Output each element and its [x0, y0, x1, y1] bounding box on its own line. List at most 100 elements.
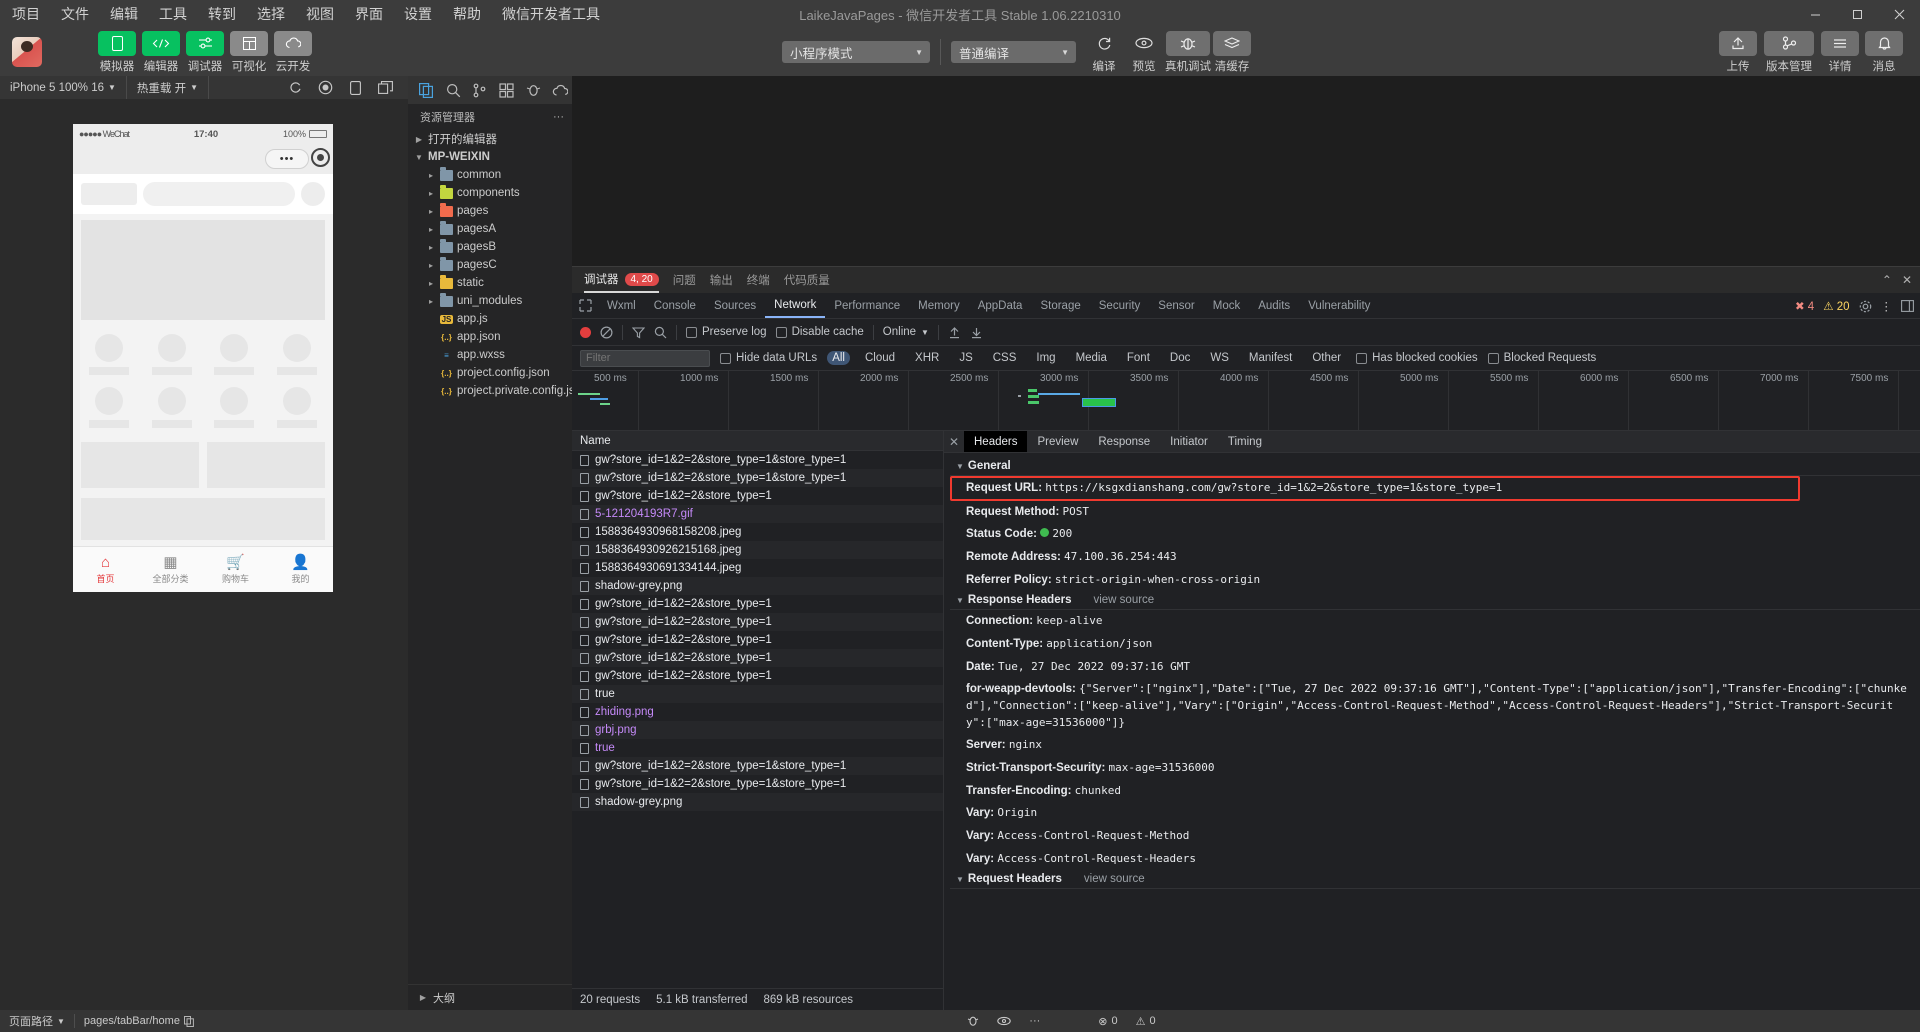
promo-card[interactable]	[81, 442, 199, 488]
details-button[interactable]: 详情	[1821, 30, 1859, 74]
editor-button[interactable]: 编辑器	[142, 30, 180, 74]
grid-item[interactable]	[271, 387, 324, 428]
tab-sources[interactable]: Sources	[705, 293, 765, 318]
debugger-button[interactable]: 调试器	[186, 30, 224, 74]
filter-input[interactable]	[580, 349, 710, 367]
record-icon[interactable]	[310, 76, 340, 99]
menu-item-devtools[interactable]: 微信开发者工具	[498, 2, 604, 26]
request-row[interactable]: 1588364930691334144.jpeg	[572, 559, 943, 577]
detail-tab-response[interactable]: Response	[1088, 431, 1160, 452]
type-filter-css[interactable]: CSS	[988, 351, 1022, 365]
status-warning-count[interactable]: ⚠ 0	[1127, 1010, 1165, 1032]
extensions-icon[interactable]	[494, 77, 519, 103]
compile-select[interactable]: 普通编译 ▼	[951, 41, 1076, 63]
preview-button[interactable]: 预览	[1126, 31, 1162, 74]
phone-tab-profile[interactable]: 👤 我的	[268, 547, 333, 592]
promo-card[interactable]	[207, 442, 325, 488]
compile-button[interactable]: 编译	[1086, 31, 1122, 74]
preserve-log-checkbox[interactable]: Preserve log	[686, 326, 767, 338]
tree-item-pagesA[interactable]: ▸ pagesA	[408, 220, 572, 238]
tab-wxml[interactable]: Wxml	[598, 293, 645, 318]
request-list[interactable]: gw?store_id=1&2=2&store_type=1&store_typ…	[572, 451, 943, 988]
menu-item-help[interactable]: 帮助	[449, 2, 485, 26]
tab-output[interactable]: 输出	[710, 267, 733, 293]
filter-icon[interactable]	[632, 326, 645, 339]
request-row[interactable]: 5-121204193R7.gif	[572, 505, 943, 523]
search-icon[interactable]	[654, 326, 667, 339]
tab-appdata[interactable]: AppData	[969, 293, 1032, 318]
grid-item[interactable]	[83, 334, 136, 375]
import-har-icon[interactable]	[948, 326, 961, 339]
request-row[interactable]: true	[572, 685, 943, 703]
request-row[interactable]: gw?store_id=1&2=2&store_type=1	[572, 595, 943, 613]
messages-button[interactable]: 消息	[1865, 30, 1903, 74]
hot-reload-select[interactable]: 热重载 开 ▼	[127, 76, 208, 99]
warning-count[interactable]: ⚠ 20	[1823, 299, 1849, 313]
wide-card[interactable]	[81, 498, 325, 540]
tree-item-common[interactable]: ▸ common	[408, 166, 572, 184]
tab-vulnerability[interactable]: Vulnerability	[1299, 293, 1379, 318]
detail-tab-timing[interactable]: Timing	[1218, 431, 1272, 452]
detail-tab-initiator[interactable]: Initiator	[1160, 431, 1218, 452]
request-row[interactable]: gw?store_id=1&2=2&store_type=1&store_typ…	[572, 775, 943, 793]
request-row[interactable]: 1588364930968158208.jpeg	[572, 523, 943, 541]
close-panel-icon[interactable]: ✕	[1902, 273, 1912, 287]
avatar[interactable]	[12, 37, 42, 67]
capsule-menu[interactable]: •••	[265, 149, 309, 169]
tab-security[interactable]: Security	[1090, 293, 1150, 318]
tree-item-app-js[interactable]: JS app.js	[408, 310, 572, 328]
hide-data-urls-checkbox[interactable]: Hide data URLs	[720, 352, 817, 364]
tab-network[interactable]: Network	[765, 293, 826, 318]
request-row[interactable]: 1588364930926215168.jpeg	[572, 541, 943, 559]
type-filter-xhr[interactable]: XHR	[910, 351, 944, 365]
request-row[interactable]: gw?store_id=1&2=2&store_type=1	[572, 649, 943, 667]
detail-tab-preview[interactable]: Preview	[1027, 431, 1088, 452]
explorer-more-icon[interactable]: ···	[553, 111, 564, 123]
real-device-debug-button[interactable]: 真机调试	[1165, 30, 1211, 74]
request-row[interactable]: grbj.png	[572, 721, 943, 739]
inspect-element-icon[interactable]	[572, 293, 598, 318]
status-error-count[interactable]: ⊗ 0	[1089, 1010, 1126, 1032]
tree-item-pagesC[interactable]: ▸ pagesC	[408, 256, 572, 274]
tree-item-project-private-config[interactable]: {..} project.private.config.js...	[408, 382, 584, 400]
type-filter-cloud[interactable]: Cloud	[860, 351, 900, 365]
request-row[interactable]: gw?store_id=1&2=2&store_type=1&store_typ…	[572, 451, 943, 469]
status-more-icon[interactable]: ···	[1020, 1010, 1049, 1032]
tree-item-components[interactable]: ▸ components	[408, 184, 572, 202]
request-row[interactable]: zhiding.png	[572, 703, 943, 721]
type-filter-media[interactable]: Media	[1071, 351, 1112, 365]
branch-icon[interactable]	[467, 77, 492, 103]
type-filter-ws[interactable]: WS	[1205, 351, 1234, 365]
mode-select[interactable]: 小程序模式 ▼	[782, 41, 930, 63]
phone-tab-home[interactable]: ⌂ 首页	[73, 547, 138, 592]
files-icon[interactable]	[414, 77, 439, 103]
network-overview-timeline[interactable]: 500 ms 1000 ms 1500 ms 2000 ms 2500 ms 3…	[572, 371, 1920, 431]
multi-window-icon[interactable]	[370, 76, 400, 99]
device-select[interactable]: iPhone 5 100% 16 ▼	[0, 76, 126, 99]
tab-debugger[interactable]: 调试器 4, 20	[584, 267, 659, 293]
type-filter-font[interactable]: Font	[1122, 351, 1155, 365]
menu-item-project[interactable]: 项目	[8, 2, 44, 26]
menu-item-goto[interactable]: 转到	[204, 2, 240, 26]
request-row[interactable]: gw?store_id=1&2=2&store_type=1	[572, 667, 943, 685]
close-button[interactable]	[1878, 0, 1920, 28]
grid-item[interactable]	[208, 334, 261, 375]
page-route-select[interactable]: 页面路径 ▼	[0, 1010, 74, 1032]
rotate-icon[interactable]	[340, 76, 370, 99]
grid-item[interactable]	[83, 387, 136, 428]
tree-item-app-json[interactable]: {..} app.json	[408, 328, 572, 346]
gear-icon[interactable]	[1859, 300, 1872, 313]
tab-memory[interactable]: Memory	[909, 293, 969, 318]
phone-tab-cart[interactable]: 🛒 购物车	[203, 547, 268, 592]
status-bug-icon[interactable]	[958, 1010, 988, 1032]
project-root-row[interactable]: ▼ MP-WEIXIN	[408, 148, 572, 166]
menu-item-ui[interactable]: 界面	[351, 2, 387, 26]
grid-item[interactable]	[146, 387, 199, 428]
type-filter-doc[interactable]: Doc	[1165, 351, 1195, 365]
request-row[interactable]: gw?store_id=1&2=2&store_type=1	[572, 613, 943, 631]
tab-problems[interactable]: 问题	[673, 267, 696, 293]
view-source-link[interactable]: view source	[1084, 873, 1145, 885]
menu-item-tools[interactable]: 工具	[155, 2, 191, 26]
request-name-column-header[interactable]: Name	[572, 431, 943, 451]
close-icon[interactable]: ✕	[944, 431, 964, 452]
